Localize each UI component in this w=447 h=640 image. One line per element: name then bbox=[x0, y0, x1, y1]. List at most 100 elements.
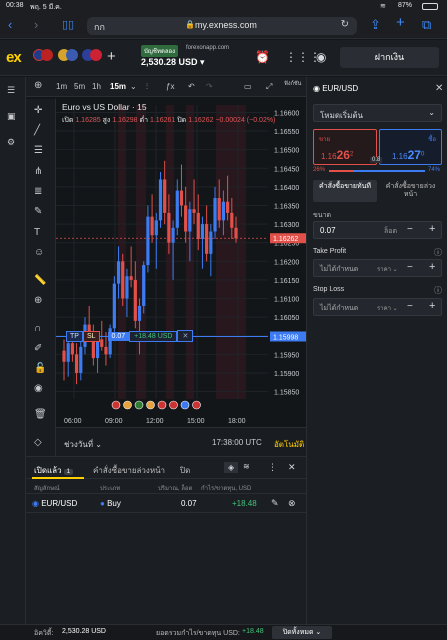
instrument-tab-gbp[interactable] bbox=[33, 49, 55, 63]
crosshair-icon[interactable]: ✛ bbox=[34, 105, 42, 116]
add-instrument-button[interactable]: + bbox=[107, 48, 116, 65]
alarm-clock-icon[interactable]: ⏰ bbox=[255, 50, 270, 64]
volume-input[interactable]: 0.07 ล็อต − + bbox=[313, 221, 442, 239]
chart-type-icon[interactable]: ⫶ bbox=[146, 82, 148, 92]
eye-icon[interactable]: ◉ bbox=[34, 383, 43, 394]
deposit-button[interactable]: ฝากเงิน bbox=[340, 47, 439, 68]
reload-icon[interactable]: ↻ bbox=[341, 19, 349, 30]
volume-increase-button[interactable]: + bbox=[429, 223, 435, 235]
indicators-icon[interactable]: ƒx bbox=[166, 82, 174, 91]
calendar-icon[interactable]: ▣ bbox=[7, 111, 16, 122]
sl-info-icon[interactable]: ⓘ bbox=[434, 285, 442, 296]
redo-icon[interactable]: ↷ bbox=[206, 82, 213, 91]
take-profit-input[interactable]: ไม่ได้กำหนด ราคา ⌄ − + bbox=[313, 259, 442, 277]
back-icon[interactable]: ‹ bbox=[8, 18, 12, 32]
candle-body-39 bbox=[226, 201, 230, 213]
candle-body-3 bbox=[74, 354, 79, 373]
close-positions-icon[interactable]: ✕ bbox=[288, 462, 296, 473]
price-chart[interactable]: 1.16600 1.16550 1.16500 1.16450 1.16400 1.163… bbox=[56, 97, 306, 427]
tab-market-order[interactable]: คำสั่งซื้อขายทันที bbox=[313, 180, 377, 202]
sl-decrease-button[interactable]: − bbox=[407, 301, 413, 312]
text-tool-icon[interactable]: T bbox=[34, 227, 40, 238]
trash-icon[interactable]: 🗑 bbox=[34, 409, 47, 420]
date-range-button[interactable]: ช่วงวันที่ ⌄ bbox=[64, 438, 102, 451]
close-all-button[interactable]: ปิดทั้งหมด ⌄ bbox=[272, 626, 332, 639]
share-icon[interactable]: ⇪ bbox=[370, 18, 381, 32]
timeframe-1m[interactable]: 1m bbox=[56, 82, 67, 91]
user-profile-icon[interactable]: ◉ bbox=[316, 50, 326, 64]
brush-icon[interactable]: ✎ bbox=[34, 206, 42, 217]
sell-button[interactable]: ขาย 1.16262 bbox=[313, 129, 377, 165]
order-panel: ◉ EUR/USD ✕ โหมดเริ่มต้น ⌄ ขาย 1.16262 ซ… bbox=[306, 77, 447, 456]
magnet-icon[interactable]: ∩ bbox=[34, 323, 41, 334]
tab-closed[interactable]: ปิด bbox=[180, 464, 190, 477]
exness-logo[interactable]: ex bbox=[6, 49, 22, 66]
candlestick-chart-svg[interactable]: 1.16600 1.16550 1.16500 1.16450 1.16400 1.163… bbox=[56, 97, 306, 427]
tabs-icon[interactable]: ⧉ bbox=[422, 18, 431, 32]
x-tick-label-3: 15:00 bbox=[187, 418, 205, 425]
sl-button[interactable]: SL bbox=[82, 331, 100, 343]
timeframe-5m[interactable]: 5m bbox=[74, 82, 85, 91]
address-bar[interactable]: กก 🔒 my.exness.com ↻ bbox=[87, 17, 357, 35]
candle-body-31 bbox=[192, 209, 196, 213]
menu-icon[interactable]: ☰ bbox=[7, 85, 15, 96]
instrument-tab-gold[interactable] bbox=[58, 49, 80, 63]
emoji-icon[interactable]: ☺ bbox=[34, 247, 44, 258]
account-type-badge[interactable]: บัญชีทดลอง bbox=[141, 45, 179, 57]
volume-decrease-button[interactable]: − bbox=[407, 224, 413, 235]
view-toggle-icon[interactable]: ◈ bbox=[224, 462, 239, 473]
lock-drawings-icon[interactable]: ✐ bbox=[34, 343, 42, 354]
collapse-icon[interactable]: ◇ bbox=[34, 437, 42, 448]
pitchfork-icon[interactable]: ⋔ bbox=[34, 166, 42, 177]
layers-icon[interactable]: ≋ bbox=[243, 462, 250, 471]
session-band-4 bbox=[216, 105, 246, 399]
fib-icon[interactable]: ≣ bbox=[34, 186, 42, 197]
buy-button[interactable]: ซื้อ 1.16270 bbox=[379, 129, 442, 165]
tp-decrease-button[interactable]: − bbox=[407, 262, 413, 273]
timeframe-1h[interactable]: 1h bbox=[92, 82, 101, 91]
tp-increase-button[interactable]: + bbox=[429, 261, 435, 273]
tab-open-positions[interactable]: เปิดแล้ว 1 bbox=[34, 464, 74, 477]
edit-icon[interactable]: ✎ bbox=[271, 498, 279, 509]
tab-pending-orders[interactable]: คำสั่งซื้อขายล่วงหน้า bbox=[93, 464, 165, 477]
tp-button[interactable]: TP bbox=[66, 331, 83, 343]
zoom-in-icon[interactable]: ⊕ bbox=[34, 295, 42, 306]
table-row[interactable]: ◉ EUR/USD ● Buy 0.07 +18.48 ✎ ⊗ bbox=[26, 493, 306, 513]
candle-body-13 bbox=[116, 261, 121, 284]
chart-layout-icon[interactable]: ▭ bbox=[244, 82, 252, 91]
close-panel-icon[interactable]: ✕ bbox=[435, 83, 443, 94]
position-line-label[interactable]: TP SL 0.07 +18.48 USD ✕ bbox=[66, 330, 194, 343]
status-date: พฤ. 5 มี.ค. bbox=[30, 4, 62, 11]
y-tick-label-6: 1.16300 bbox=[274, 222, 299, 229]
trend-line-icon[interactable]: ╱ bbox=[34, 125, 40, 136]
account-balance[interactable]: 2,530.28 USD ▾ bbox=[141, 57, 205, 68]
settings-icon[interactable]: ⚙ bbox=[7, 137, 15, 148]
order-panel-symbol: ◉ EUR/USD bbox=[313, 84, 359, 93]
new-tab-icon[interactable]: + bbox=[396, 15, 405, 30]
sl-increase-button[interactable]: + bbox=[429, 300, 435, 312]
instrument-tab-eur[interactable] bbox=[82, 49, 104, 63]
tab-pending-order[interactable]: คำสั่งซื้อขายล่วงหน้า bbox=[379, 180, 442, 202]
lock-icon[interactable]: 🔓 bbox=[34, 363, 46, 374]
reader-aa[interactable]: กก bbox=[94, 20, 105, 34]
timeframe-15m[interactable]: 15m bbox=[110, 82, 126, 91]
ruler-icon[interactable]: 📏 bbox=[34, 275, 46, 286]
order-mode-select[interactable]: โหมดเริ่มต้น ⌄ bbox=[313, 104, 442, 122]
auto-scale-toggle[interactable]: อัตโนมัติ bbox=[274, 438, 304, 451]
tp-info-icon[interactable]: ⓘ bbox=[434, 247, 442, 258]
undo-icon[interactable]: ↶ bbox=[188, 82, 195, 91]
functions-menu[interactable]: ฟังก์ชัน bbox=[284, 80, 301, 88]
forward-icon[interactable]: › bbox=[34, 18, 38, 32]
fullscreen-icon[interactable]: ⤢ bbox=[266, 82, 272, 92]
position-lots[interactable]: 0.07 bbox=[107, 332, 130, 342]
more-menu-icon[interactable]: ⋮ bbox=[268, 462, 277, 473]
candle-body-30 bbox=[188, 209, 192, 232]
book-icon[interactable]: ▯▯ bbox=[62, 18, 74, 32]
y-tick-label-13: 1.15950 bbox=[274, 352, 299, 359]
timeframe-dropdown-icon[interactable]: ⌄ bbox=[130, 82, 137, 91]
close-position-icon[interactable]: ⊗ bbox=[288, 498, 296, 509]
horizontal-lines-icon[interactable]: ☰ bbox=[34, 145, 43, 156]
position-close-button[interactable]: ✕ bbox=[177, 330, 194, 343]
stop-loss-input[interactable]: ไม่ได้กำหนด ราคา ⌄ − + bbox=[313, 298, 442, 316]
add-indicator-icon[interactable]: ⊕ bbox=[34, 80, 42, 91]
